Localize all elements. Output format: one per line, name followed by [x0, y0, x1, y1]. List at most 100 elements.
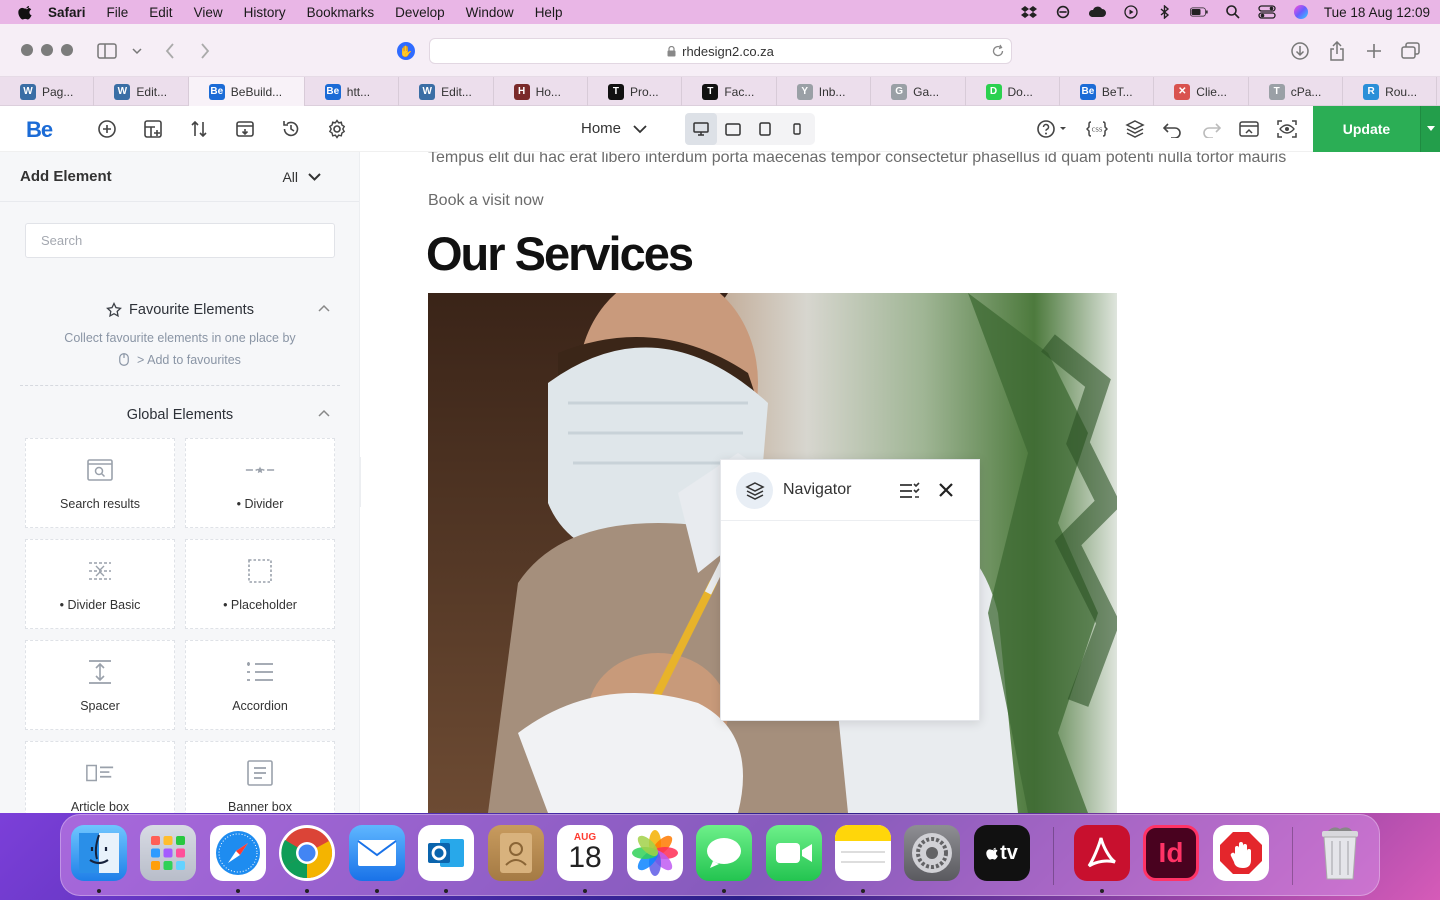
notes-icon[interactable]: [835, 825, 891, 881]
services-heading[interactable]: Our Services: [426, 226, 694, 281]
downloads-icon[interactable]: [1289, 40, 1311, 62]
element-banner-box[interactable]: Banner box: [185, 741, 335, 813]
preview-window-icon[interactable]: [1238, 118, 1260, 140]
body-paragraph[interactable]: Tempus elit dui hac erat libero interdum…: [428, 152, 1286, 167]
new-tab-icon[interactable]: [1363, 40, 1385, 62]
bluetooth-icon[interactable]: [1156, 5, 1174, 19]
minimize-window-button[interactable]: [41, 44, 53, 56]
element-search-input[interactable]: [25, 223, 335, 258]
help-icon[interactable]: [1034, 118, 1074, 140]
element-placeholder[interactable]: • Placeholder: [185, 539, 335, 629]
chevron-down-icon[interactable]: [126, 40, 148, 62]
browser-tab[interactable]: T Fac...: [682, 77, 777, 106]
trash-icon[interactable]: [1312, 825, 1368, 881]
css-code-icon[interactable]: CSS: [1086, 118, 1108, 140]
privacy-shield-icon[interactable]: ✋: [397, 42, 415, 60]
builder-logo[interactable]: Be: [26, 117, 53, 143]
menu-develop[interactable]: Develop: [395, 5, 445, 20]
tablet-landscape-icon[interactable]: [717, 113, 749, 145]
element-divider[interactable]: • Divider: [185, 438, 335, 528]
browser-tab[interactable]: D Do...: [966, 77, 1060, 106]
browser-tab[interactable]: W Edit...: [94, 77, 189, 106]
sections-icon[interactable]: [142, 118, 164, 140]
system-preferences-icon[interactable]: [904, 825, 960, 881]
tab-overview-icon[interactable]: [1400, 40, 1422, 62]
reload-icon[interactable]: [991, 44, 1005, 58]
browser-tab[interactable]: G Ga...: [871, 77, 966, 106]
indesign-icon[interactable]: Id: [1143, 825, 1199, 881]
outlook-icon[interactable]: [418, 825, 474, 881]
desktop-view-icon[interactable]: [685, 113, 717, 145]
global-elements-header[interactable]: Global Elements: [20, 405, 340, 425]
sort-icon[interactable]: [188, 118, 210, 140]
book-visit-text[interactable]: Book a visit now: [428, 192, 544, 210]
menu-history[interactable]: History: [244, 5, 286, 20]
layers-icon[interactable]: [1124, 118, 1146, 140]
spotlight-search-icon[interactable]: [1224, 5, 1242, 19]
history-icon[interactable]: [280, 118, 302, 140]
control-center-icon[interactable]: [1258, 5, 1276, 19]
menu-app-name[interactable]: Safari: [48, 5, 86, 20]
browser-tab[interactable]: Be BeBuild...: [188, 77, 305, 106]
browser-tab[interactable]: ✕ Clie...: [1154, 77, 1249, 106]
favourite-elements-header[interactable]: Favourite Elements: [20, 300, 340, 320]
menu-view[interactable]: View: [194, 5, 223, 20]
element-search-results[interactable]: Search results: [25, 438, 175, 528]
adblock-icon[interactable]: [1213, 825, 1269, 881]
apple-tv-icon[interactable]: tv: [974, 825, 1030, 881]
list-options-icon[interactable]: [898, 480, 920, 502]
element-article-box[interactable]: Article box: [25, 741, 175, 813]
browser-tab[interactable]: W Edit...: [399, 77, 494, 106]
share-icon[interactable]: [1326, 40, 1348, 62]
acrobat-icon[interactable]: [1074, 825, 1130, 881]
templates-icon[interactable]: [234, 118, 256, 140]
photos-icon[interactable]: [627, 825, 683, 881]
menu-file[interactable]: File: [107, 5, 129, 20]
battery-icon[interactable]: [1189, 5, 1208, 19]
cloud-sync-icon[interactable]: [1054, 5, 1072, 19]
dropbox-icon[interactable]: [1020, 5, 1038, 19]
page-selector[interactable]: Home: [581, 120, 647, 137]
menu-bookmarks[interactable]: Bookmarks: [307, 5, 375, 20]
browser-tab[interactable]: Y Inb...: [777, 77, 872, 106]
safari-icon[interactable]: [210, 825, 266, 881]
element-divider-basic[interactable]: • Divider Basic: [25, 539, 175, 629]
browser-tab[interactable]: Be htt...: [305, 77, 400, 106]
browser-tab[interactable]: TcPa...: [1249, 77, 1344, 106]
chrome-icon[interactable]: [279, 825, 335, 881]
browser-tab[interactable]: R Rou...: [1343, 77, 1438, 106]
update-button[interactable]: Update: [1313, 106, 1420, 152]
preview-eye-icon[interactable]: [1276, 118, 1298, 140]
siri-icon[interactable]: [1292, 5, 1310, 19]
sidebar-toggle-icon[interactable]: [96, 40, 118, 62]
back-icon[interactable]: [159, 40, 181, 62]
browser-tab[interactable]: H Ho...: [494, 77, 588, 106]
settings-gear-icon[interactable]: [326, 118, 348, 140]
update-options-icon[interactable]: [1420, 106, 1440, 152]
tablet-portrait-icon[interactable]: [749, 113, 781, 145]
menu-help[interactable]: Help: [535, 5, 563, 20]
menu-edit[interactable]: Edit: [149, 5, 172, 20]
play-icon[interactable]: [1122, 5, 1140, 19]
element-spacer[interactable]: Spacer: [25, 640, 175, 730]
close-icon[interactable]: [937, 481, 955, 499]
forward-icon[interactable]: [194, 40, 216, 62]
element-accordion[interactable]: Accordion: [185, 640, 335, 730]
facetime-icon[interactable]: [766, 825, 822, 881]
finder-icon[interactable]: [71, 825, 127, 881]
undo-icon[interactable]: [1162, 118, 1184, 140]
redo-icon[interactable]: [1200, 118, 1222, 140]
mail-icon[interactable]: [349, 825, 405, 881]
mobile-view-icon[interactable]: [781, 113, 813, 145]
messages-icon[interactable]: [696, 825, 752, 881]
contacts-icon[interactable]: [488, 825, 544, 881]
browser-tab[interactable]: Be BeT...: [1060, 77, 1155, 106]
menubar-clock[interactable]: Tue 18 Aug 12:09: [1324, 5, 1430, 20]
element-filter-dropdown[interactable]: All: [282, 169, 321, 185]
zoom-window-button[interactable]: [61, 44, 73, 56]
menu-window[interactable]: Window: [466, 5, 514, 20]
launchpad-icon[interactable]: [140, 825, 196, 881]
apple-icon[interactable]: [18, 4, 34, 20]
creative-cloud-icon[interactable]: [1088, 5, 1106, 19]
browser-tab[interactable]: W Pag...: [0, 77, 95, 106]
